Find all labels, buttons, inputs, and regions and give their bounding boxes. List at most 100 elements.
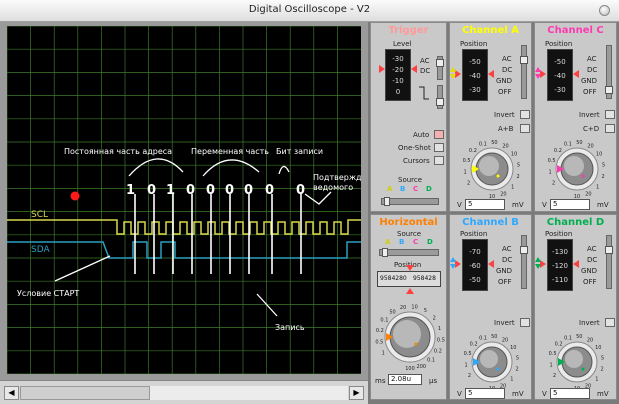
down-arrow-icon[interactable] [535,74,541,79]
down-arrow-icon[interactable] [450,74,456,79]
scale-tick: -70 [469,248,481,256]
horizontal-position-scale[interactable]: 9584280 958428 [377,271,441,287]
trigger-source-slider[interactable] [381,197,439,206]
channel-d-volts-knob[interactable]: 210.50.20.15020105212010 [540,329,614,391]
channel-a-mix-button[interactable] [520,124,530,133]
channel-c-coupling-slider[interactable] [605,45,613,99]
scale-tick: -110 [552,276,568,284]
trigger-title: Trigger [388,25,429,36]
scrollbar-track[interactable] [20,386,348,400]
dial-scale-label: 0.5 [464,351,472,357]
up-arrow-icon[interactable] [450,257,456,262]
channel-b-position-scale[interactable]: -70 -60 -50 [462,239,488,291]
scale-tick: -50 [469,58,481,66]
channel-a-invert-button[interactable] [520,110,530,119]
grid [7,26,361,374]
dial-scale-label: 10 [595,345,601,351]
channel-b-coupling-slider[interactable] [520,235,528,289]
up-arrow-icon[interactable] [535,257,541,262]
window-title: Digital Oscilloscope - V2 [248,4,371,15]
unit-mv-label: mV [512,201,524,209]
source-b-label: B [400,185,406,193]
oneshot-button[interactable] [434,143,444,152]
dial-scale-label: 0.2 [555,342,563,348]
auto-button[interactable] [434,130,444,139]
dial-scale-label: 1 [465,362,468,368]
channel-d-invert-button[interactable] [605,318,615,327]
horizontal-title: Horizontal [379,217,438,228]
down-arrow-icon[interactable] [535,264,541,269]
channel-c-volts-knob[interactable]: 210.50.20.1 5020105212010 [540,135,614,199]
source-a-label: A [387,185,393,193]
position-pointer-icon [406,288,414,294]
channel-a-off-label: OFF [498,88,512,96]
trigger-level-scale[interactable]: -30 -20 -10 0 [385,49,411,101]
dial-scale-label: 2 [467,181,470,187]
left-arrow-icon[interactable]: ◀ [4,386,19,400]
channel-a-invert-label: Invert [494,111,515,119]
channel-a-coupling-slider[interactable] [520,45,528,99]
channel-b-volts-knob[interactable]: 210.50.20.15020105212010 [455,329,529,391]
dial-scale-label: 2 [601,367,604,373]
trigger-edge-slider[interactable] [436,85,444,109]
dial-highlight [479,156,499,176]
horizontal-source-label: Source [397,230,422,238]
position-pointer-icon [488,260,494,268]
dial-scale-label: 5 [517,162,520,168]
horizontal-scrollbar[interactable]: ◀ ▶ [0,380,368,404]
brace-const-addr [128,158,184,177]
bit-label: 0 [225,183,234,198]
dial-scale-label: 2 [602,174,605,180]
level-label: Level [393,40,412,48]
channel-c-position-scale[interactable]: -50 -40 -30 [547,49,573,101]
dial-scale-label: 5 [602,162,605,168]
channel-b-gnd-label: GND [496,267,513,275]
cursors-button[interactable] [434,156,444,165]
dial-scale-label: 2 [468,373,471,379]
timebase-knob[interactable]: 10.50.20.15020 105210.50.20.1200100 [374,299,446,371]
ack-label: Подтверждение от [313,173,361,182]
title-bar: Digital Oscilloscope - V2 [0,0,619,22]
unit-v-label: V [457,201,462,209]
scale-tick: -50 [469,276,481,284]
channel-d-panel: Channel D Position -130 -120 -110 AC DC … [534,214,617,400]
channel-b-invert-button[interactable] [520,318,530,327]
bit-label: 0 [265,183,274,198]
trigger-coupling-slider[interactable] [436,56,444,80]
scrollbar-thumb[interactable] [20,386,150,400]
channel-c-invert-label: Invert [579,111,600,119]
dial-scale-label: 50 [491,140,497,146]
channel-a-volts-knob[interactable]: 210.50.20.1 5020105212010 [455,135,529,199]
up-arrow-icon[interactable] [535,67,541,72]
close-circle-icon[interactable] [599,5,610,16]
channel-d-position-scale[interactable]: -130 -120 -110 [547,239,573,291]
dial-scale-label: 2 [516,367,519,373]
scope-screen: 1 0 1 0 0 0 0 0 0 Постоянная часть адрес… [7,26,361,374]
channel-c-mix-label: C+D [583,125,600,133]
sda-label: SDA [31,245,50,255]
channel-c-mix-button[interactable] [605,124,615,133]
channel-d-off-label: OFF [583,278,597,286]
dial-scale-label: 20 [502,144,508,150]
right-arrow-icon[interactable]: ▶ [349,386,364,400]
var-part-label: Переменная часть [191,147,269,156]
scale-tick: 0 [395,88,401,96]
dial-scale-label: 50 [576,140,582,146]
down-arrow-icon[interactable] [450,264,456,269]
channel-c-invert-button[interactable] [605,110,615,119]
scl-label: SCL [31,210,48,220]
dial-scale-label: 1 [510,377,513,383]
channel-d-coupling-slider[interactable] [605,235,613,289]
dial-scale-label: 0.1 [427,358,435,364]
channel-a-position-scale[interactable]: -50 -40 -30 [462,49,488,101]
scale-tick: -30 [554,86,566,94]
dial-dot [581,174,585,178]
unit-v-label: V [457,390,462,398]
horizontal-source-slider[interactable] [379,248,439,257]
scale-tick: -50 [554,58,566,66]
position-readout: 9584280 [380,275,407,282]
up-arrow-icon[interactable] [450,67,456,72]
dial-scale-label: 0.5 [463,158,471,164]
dial-scale-label: 20 [585,192,591,198]
dial-scale-label: 0.2 [470,342,478,348]
